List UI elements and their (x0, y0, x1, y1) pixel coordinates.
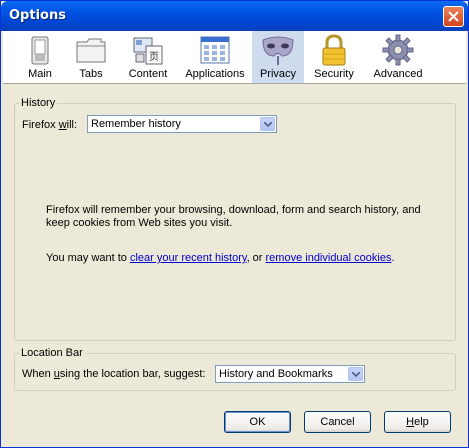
history-description-line2: keep cookies from Web sites you visit. (46, 217, 233, 229)
title-bar[interactable]: Options (1, 1, 468, 31)
tab-content[interactable]: 页 Content (119, 31, 177, 83)
history-description-line1: Firefox will remember your browsing, dow… (46, 204, 421, 216)
window-title: Options (9, 8, 66, 23)
options-dialog: Options Main Tabs 页 Content Applications… (0, 0, 469, 448)
tab-tabs-label: Tabs (79, 68, 103, 80)
tab-privacy-label: Privacy (259, 68, 297, 80)
tab-advanced-label: Advanced (373, 68, 423, 80)
history-mode-select[interactable]: Remember history (87, 115, 277, 133)
history-group-title: History (19, 97, 58, 109)
tab-applications-label: Applications (185, 68, 245, 80)
chevron-down-icon (260, 117, 275, 131)
may-want-text: You may want to clear your recent histor… (46, 252, 395, 264)
chevron-down-icon (348, 367, 363, 381)
tab-main[interactable]: Main (5, 31, 75, 83)
clear-recent-history-link[interactable]: clear your recent history (130, 252, 247, 264)
close-button[interactable] (443, 6, 464, 27)
switch-icon (31, 36, 49, 65)
tabs-icon (76, 38, 106, 63)
location-suggest-select[interactable]: History and Bookmarks (215, 365, 365, 383)
gear-icon (382, 34, 414, 66)
close-icon (448, 11, 459, 22)
location-suggest-label: When using the location bar, suggest: (22, 368, 206, 380)
padlock-icon (322, 34, 346, 66)
content-icon: 页 (133, 37, 163, 65)
remove-individual-cookies-link[interactable]: remove individual cookies (266, 252, 392, 264)
tab-security-label: Security (314, 68, 354, 80)
tab-security[interactable]: Security (308, 31, 360, 83)
history-mode-value: Remember history (91, 118, 181, 130)
privacy-mask-icon (262, 36, 294, 65)
tab-main-label: Main (28, 68, 52, 80)
help-button[interactable]: Help (384, 411, 451, 433)
tab-tabs[interactable]: Tabs (69, 31, 113, 83)
cancel-button[interactable]: Cancel (304, 411, 371, 433)
applications-icon (200, 36, 230, 64)
location-bar-group-title: Location Bar (19, 347, 85, 359)
tab-privacy[interactable]: Privacy (252, 31, 304, 83)
svg-text:页: 页 (149, 51, 159, 63)
ok-button[interactable]: OK (224, 411, 291, 433)
firefox-will-label: Firefox will: (22, 119, 78, 131)
preferences-toolbar: Main Tabs 页 Content Applications Privacy… (3, 31, 466, 84)
tab-applications[interactable]: Applications (181, 31, 249, 83)
location-suggest-value: History and Bookmarks (219, 368, 333, 380)
tab-content-label: Content (128, 68, 168, 80)
tab-advanced[interactable]: Advanced (367, 31, 429, 83)
